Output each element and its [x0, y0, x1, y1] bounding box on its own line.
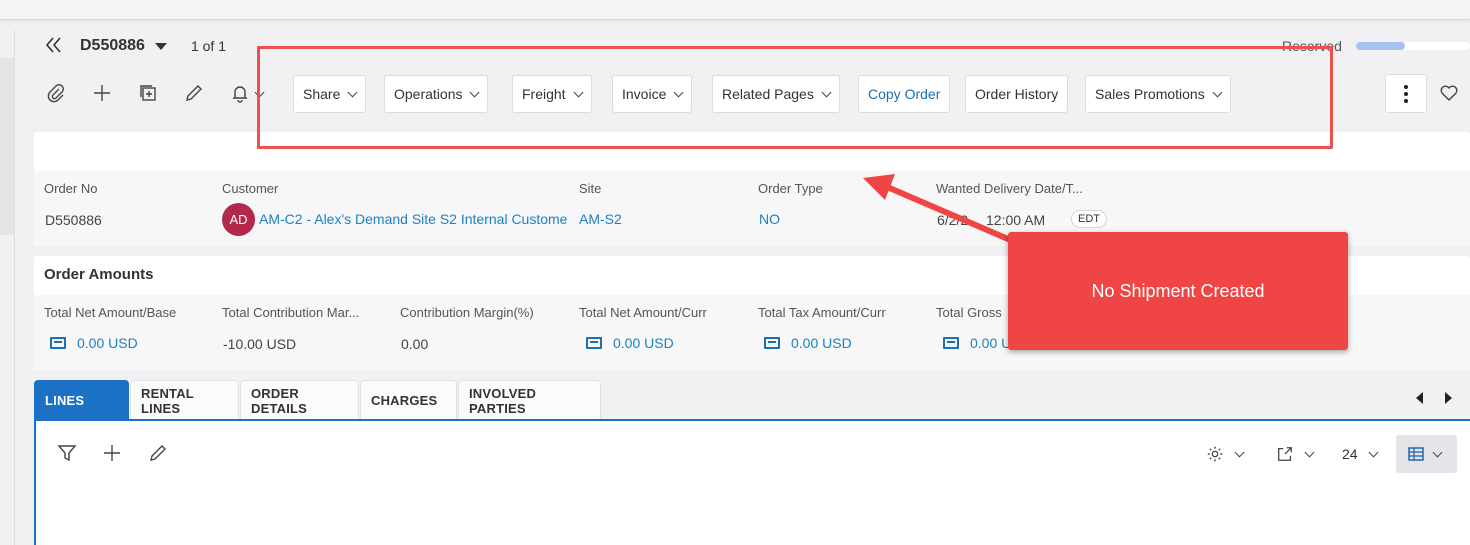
total-gross-label: Total Gross [936, 305, 1002, 320]
operations-button-label: Operations [394, 86, 463, 102]
avatar-initials: AD [229, 212, 248, 227]
chevron-down-icon [347, 87, 358, 97]
heart-favorite-icon[interactable] [1438, 82, 1460, 104]
copy-order-button-label: Copy Order [868, 86, 941, 102]
chevron-down-icon [821, 87, 832, 97]
export-menu[interactable] [1276, 444, 1315, 464]
copy-order-button[interactable]: Copy Order [858, 75, 951, 113]
lines-panel [34, 419, 1470, 545]
total-gross-value[interactable]: 0.00 U [970, 335, 1011, 351]
bell-dropdown-chevron-icon[interactable] [254, 87, 265, 97]
avatar: AD [222, 203, 255, 236]
chevron-down-icon [1304, 447, 1315, 457]
filter-icon[interactable] [57, 443, 77, 463]
currency-details-icon[interactable] [50, 337, 66, 349]
detail-tabs: LINES RENTAL LINES ORDER DETAILS CHARGES… [34, 380, 602, 420]
share-button[interactable]: Share [293, 75, 367, 113]
order-history-button[interactable]: Order History [965, 75, 1069, 113]
currency-details-icon[interactable] [586, 337, 602, 349]
customer-link[interactable]: AM-C2 - Alex's Demand Site S2 Internal C… [259, 211, 567, 227]
more-options-button[interactable] [1385, 74, 1427, 113]
chevron-down-icon [1432, 447, 1443, 457]
record-header: D550886 1 of 1 [44, 36, 226, 56]
freight-button[interactable]: Freight [512, 75, 592, 113]
record-selector-caret-icon[interactable] [154, 42, 167, 50]
currency-details-icon[interactable] [943, 337, 959, 349]
chevron-down-icon [1212, 87, 1223, 97]
freight-button-label: Freight [522, 86, 566, 102]
tab-lines[interactable]: LINES [34, 380, 129, 420]
share-button-label: Share [303, 86, 341, 102]
tab-charges[interactable]: CHARGES [360, 380, 457, 420]
order-amounts-title: Order Amounts [44, 266, 154, 283]
total-contribution-margin-value: -10.00 USD [223, 336, 297, 352]
chevron-down-icon [1368, 447, 1379, 457]
invoice-button[interactable]: Invoice [612, 75, 693, 113]
table-view-button[interactable] [1396, 435, 1457, 473]
site-link[interactable]: AM-S2 [579, 211, 622, 227]
record-pager: 1 of 1 [190, 38, 226, 54]
order-no-label: Order No [44, 181, 98, 196]
tab-rental-lines[interactable]: RENTAL LINES [130, 380, 239, 420]
status-progress-fill [1356, 42, 1405, 50]
tab-order-details[interactable]: ORDER DETAILS [240, 380, 359, 420]
contribution-margin-pct-value: 0.00 [401, 336, 429, 352]
chevron-down-icon [673, 87, 684, 97]
page-size-value: 24 [1342, 446, 1358, 462]
total-tax-amount-curr-value[interactable]: 0.00 USD [791, 335, 852, 351]
pencil-icon[interactable] [182, 82, 206, 104]
page-size-select[interactable]: 24 [1342, 444, 1379, 464]
invoice-button-label: Invoice [622, 86, 667, 102]
total-net-amount-curr-value[interactable]: 0.00 USD [613, 335, 674, 351]
chevron-down-icon [573, 87, 584, 97]
customer-label: Customer [222, 181, 279, 196]
left-rail-divider [14, 30, 15, 545]
total-contribution-margin-label: Total Contribution Mar... [222, 305, 360, 320]
top-bar [0, 0, 1470, 20]
order-history-button-label: Order History [975, 86, 1059, 102]
export-icon [1278, 447, 1292, 461]
gear-icon [1207, 446, 1223, 462]
tab-involved-parties[interactable]: INVOLVED PARTIES [458, 380, 601, 420]
related-pages-button[interactable]: Related Pages [712, 75, 840, 113]
scroll-right-icon[interactable] [1445, 392, 1452, 404]
operations-button[interactable]: Operations [384, 75, 489, 113]
edit-line-pencil-icon[interactable] [148, 443, 168, 463]
duplicate-icon[interactable] [136, 82, 160, 104]
vertical-ellipsis-icon [1404, 84, 1408, 103]
sales-promotions-button[interactable]: Sales Promotions [1085, 75, 1231, 113]
site-label: Site [579, 181, 602, 196]
contribution-margin-pct-label: Contribution Margin(%) [400, 305, 534, 320]
scroll-left-icon[interactable] [1416, 392, 1423, 404]
timezone-badge: EDT [1071, 210, 1107, 228]
settings-menu[interactable] [1206, 444, 1245, 464]
order-type-label: Order Type [758, 181, 823, 196]
left-rail [0, 58, 14, 235]
annotation-callout-text: No Shipment Created [1091, 280, 1265, 301]
table-grid-icon [1408, 447, 1424, 461]
order-type-link[interactable]: NO [759, 211, 780, 227]
sales-promotions-button-label: Sales Promotions [1095, 86, 1205, 102]
command-icons [44, 82, 265, 104]
plus-icon[interactable] [90, 82, 114, 104]
paperclip-icon[interactable] [44, 82, 68, 104]
status-label: Reserved [1282, 38, 1342, 54]
annotation-callout: No Shipment Created [1008, 232, 1348, 350]
bell-icon[interactable] [228, 82, 252, 104]
double-chevron-left-icon[interactable] [44, 36, 66, 56]
record-id: D550886 [80, 37, 145, 54]
total-tax-amount-curr-label: Total Tax Amount/Curr [758, 305, 886, 320]
total-net-amount-base-label: Total Net Amount/Base [44, 305, 177, 320]
total-net-amount-base-value[interactable]: 0.00 USD [77, 335, 138, 351]
total-net-amount-curr-label: Total Net Amount/Curr [579, 305, 707, 320]
tab-scroll-controls [1416, 392, 1452, 404]
add-line-plus-icon[interactable] [102, 443, 122, 463]
currency-details-icon[interactable] [764, 337, 780, 349]
chevron-down-icon [470, 87, 480, 97]
order-no-value: D550886 [45, 212, 102, 228]
related-pages-button-label: Related Pages [722, 86, 814, 102]
chevron-down-icon [1234, 447, 1245, 457]
